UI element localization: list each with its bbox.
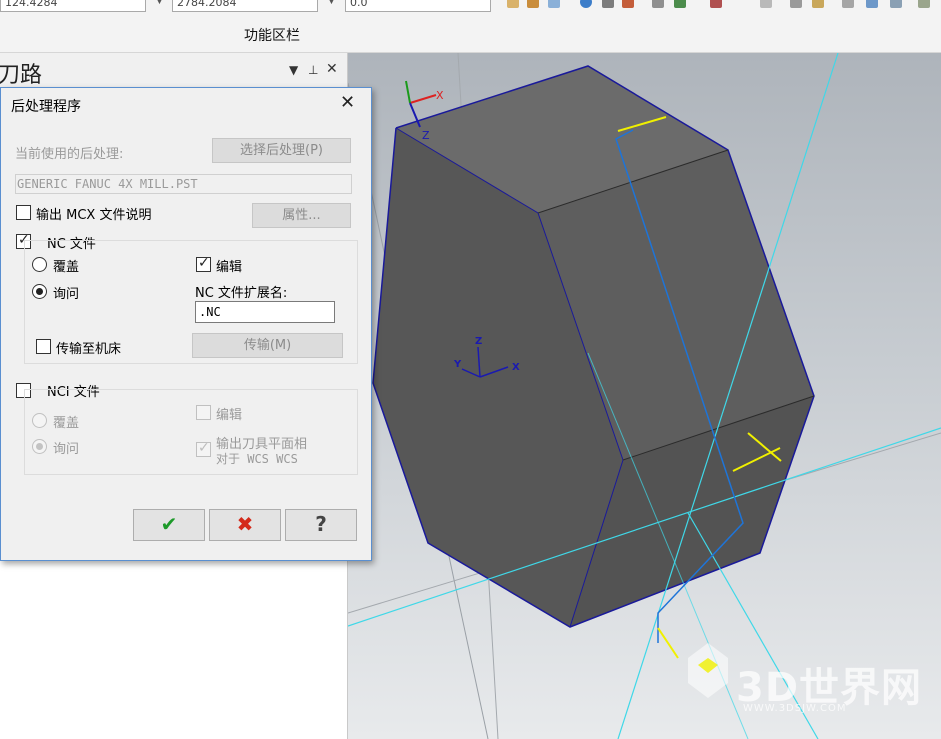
nc-edit-checkbox[interactable]: ✓ (196, 255, 211, 272)
panel-header: 刀路 ▼ ⊥ ✕ (0, 53, 347, 89)
nc-ask-radio[interactable] (32, 284, 47, 299)
nc-overwrite-label: 覆盖 (53, 260, 80, 275)
nc-ask-label: 询问 (53, 287, 80, 302)
graphics-viewport[interactable]: X Z X Z Y 3D世界网 WWW.3DSJW.COM (348, 53, 941, 739)
check-icon: ✓ (198, 440, 210, 456)
post-processing-dialog: 后处理程序 ✕ 当前使用的后处理: 选择后处理(P) GENERIC FANUC… (0, 87, 372, 561)
coordinate-y-dropdown-icon[interactable]: ▼ (328, 0, 335, 6)
properties-button[interactable]: 属性... (252, 203, 351, 228)
send-to-machine-label: 传输至机床 (56, 342, 122, 357)
coordinate-x-field[interactable]: 124.4284 (0, 0, 146, 12)
tool-icon[interactable] (527, 0, 539, 8)
nci-ask-radio[interactable] (32, 439, 47, 454)
toolpath-marker (657, 627, 679, 659)
nci-file-group (24, 389, 358, 475)
ribbon-section-label: 功能区栏 (244, 28, 300, 44)
triad-y-axis (405, 80, 411, 104)
tool-icon[interactable] (602, 0, 614, 8)
panel-pin-icon[interactable]: ⊥ (308, 63, 318, 77)
nci-edit-checkbox[interactable] (196, 405, 211, 420)
nci-ask-label: 询问 (53, 442, 80, 457)
nc-ext-input[interactable]: .NC (195, 301, 335, 323)
tool-icon[interactable] (674, 0, 686, 8)
wcs-x-label: X (512, 362, 520, 373)
check-icon: ✓ (198, 255, 210, 271)
output-mcx-checkbox[interactable] (16, 205, 31, 220)
tool-icon[interactable] (622, 0, 634, 8)
nc-edit-label: 编辑 (216, 260, 243, 275)
post-path-field: GENERIC FANUC 4X MILL.PST (15, 174, 352, 194)
radio-dot-icon (36, 288, 43, 295)
triad-x-label: X (436, 89, 444, 102)
dialog-title: 后处理程序 (11, 99, 81, 115)
tool-icon[interactable] (652, 0, 664, 8)
wcs-y-label: Y (453, 359, 462, 370)
wcs-z-label: Z (475, 336, 482, 347)
tool-icon[interactable] (812, 0, 824, 8)
tool-icon[interactable] (548, 0, 560, 8)
nc-ext-label: NC 文件扩展名: (195, 286, 288, 301)
coordinate-y-field[interactable]: 2784.2084 (172, 0, 318, 12)
tool-icon[interactable] (918, 0, 930, 8)
tool-icon[interactable] (866, 0, 878, 8)
watermark-subtext: WWW.3DSJW.COM (743, 703, 847, 714)
current-post-label: 当前使用的后处理: (15, 147, 124, 162)
send-to-machine-checkbox[interactable] (36, 339, 51, 354)
nci-output-plane-checkbox[interactable]: ✓ (196, 440, 211, 457)
tool-icon[interactable] (580, 0, 592, 8)
ok-button[interactable]: ✔ (133, 509, 205, 541)
tool-icon[interactable] (790, 0, 802, 8)
output-mcx-label: 输出 MCX 文件说明 (36, 208, 152, 223)
transfer-button[interactable]: 传输(M) (192, 333, 343, 358)
tool-icon[interactable] (760, 0, 772, 8)
radio-dot-icon (36, 443, 43, 450)
tool-icon[interactable] (507, 0, 519, 8)
tool-icon[interactable] (890, 0, 902, 8)
nc-overwrite-radio[interactable] (32, 257, 47, 272)
select-post-button[interactable]: 选择后处理(P) (212, 138, 351, 163)
cancel-button[interactable]: ✖ (209, 509, 281, 541)
nci-overwrite-label: 覆盖 (53, 416, 80, 431)
panel-title: 刀路 (0, 63, 43, 88)
coordinate-z-field[interactable]: 0.0 (345, 0, 491, 12)
panel-menu-icon[interactable]: ▼ (289, 63, 298, 77)
model-canvas[interactable]: X Z X Z Y (348, 53, 941, 739)
tool-icon[interactable] (842, 0, 854, 8)
tool-icon[interactable] (710, 0, 722, 8)
nci-overwrite-radio[interactable] (32, 413, 47, 428)
help-button[interactable]: ? (285, 509, 357, 541)
dialog-close-button[interactable]: ✕ (340, 94, 355, 112)
triad-x-axis (409, 94, 437, 104)
nci-output-plane-label-2: 对于 WCS WCS (216, 452, 298, 466)
top-toolbar: 124.4284 ▼ 2784.2084 ▼ 0.0 功能区栏 (0, 0, 941, 53)
panel-close-icon[interactable]: ✕ (326, 61, 338, 77)
coordinate-x-dropdown-icon[interactable]: ▼ (156, 0, 163, 6)
triad-z-label: Z (422, 129, 430, 142)
nci-edit-label: 编辑 (216, 408, 243, 423)
